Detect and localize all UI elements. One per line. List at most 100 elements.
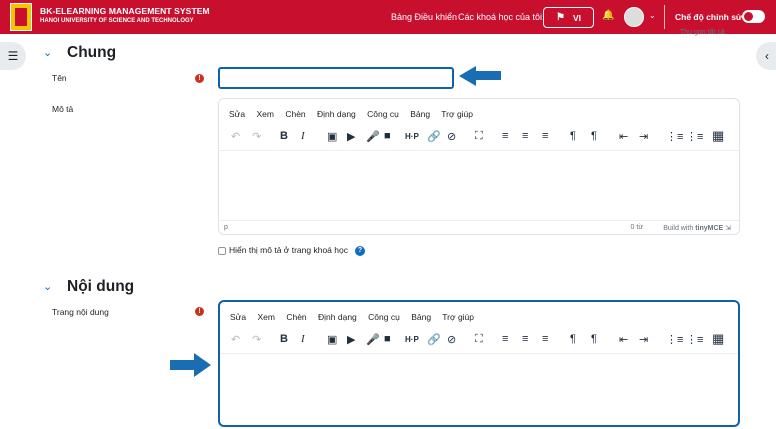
menu-insert[interactable]: Chèn bbox=[286, 312, 306, 322]
nav-my-courses-link[interactable]: Các khoá học của tôi bbox=[458, 12, 542, 22]
menu-format[interactable]: Định dạng bbox=[317, 109, 356, 119]
description-label: Mô tả bbox=[52, 104, 74, 114]
avatar[interactable] bbox=[624, 7, 644, 27]
menu-edit[interactable]: Sửa bbox=[230, 312, 246, 322]
section-title-general[interactable]: Chung bbox=[67, 44, 116, 62]
link-icon[interactable]: 🔗 bbox=[427, 130, 441, 143]
outdent-icon[interactable]: ⇤ bbox=[619, 130, 628, 143]
record-audio-icon[interactable]: 🎤 bbox=[366, 333, 380, 346]
divider bbox=[664, 5, 665, 29]
h5p-icon[interactable]: H·P bbox=[405, 132, 419, 141]
link-icon[interactable]: 🔗 bbox=[427, 333, 441, 346]
editor-toolbar: ↶ ↷ B I ▣ ▶ 🎤 ■ H·P 🔗 ⊘ ⛶ ≡ ≡ ≡ ¶ ¶ ⇤ ⇥ … bbox=[219, 123, 739, 151]
align-center-icon[interactable]: ≡ bbox=[522, 333, 528, 345]
h5p-icon[interactable]: H·P bbox=[405, 335, 419, 344]
menu-table[interactable]: Bảng bbox=[410, 109, 430, 119]
arrow-right-shaft bbox=[170, 360, 195, 370]
bullet-list-icon[interactable]: ⋮≡ bbox=[666, 130, 683, 143]
editor-toolbar: ↶ ↷ B I ▣ ▶ 🎤 ■ H·P 🔗 ⊘ ⛶ ≡ ≡ ≡ ¶ ¶ ⇤ ⇥ … bbox=[220, 326, 738, 354]
description-editor[interactable]: Sửa Xem Chèn Định dạng Công cụ Bảng Trợ … bbox=[218, 98, 740, 235]
name-label: Tên bbox=[52, 73, 67, 83]
media-icon[interactable]: ▶ bbox=[347, 333, 355, 346]
calculator-icon[interactable]: ▦ bbox=[712, 331, 724, 347]
italic-icon[interactable]: I bbox=[301, 130, 305, 142]
course-index-toggle[interactable]: ☰ bbox=[0, 42, 26, 70]
editor-menubar: Sửa Xem Chèn Định dạng Công cụ Bảng Trợ … bbox=[230, 312, 483, 322]
indent-icon[interactable]: ⇥ bbox=[639, 333, 648, 346]
undo-icon[interactable]: ↶ bbox=[231, 130, 240, 143]
numbered-list-icon[interactable]: ⋮≡ bbox=[686, 333, 703, 346]
rtl-icon[interactable]: ¶ bbox=[591, 333, 597, 345]
ltr-icon[interactable]: ¶ bbox=[570, 130, 576, 142]
redo-icon[interactable]: ↷ bbox=[252, 130, 261, 143]
chevron-down-icon[interactable]: ⌄ bbox=[649, 11, 656, 20]
record-video-icon[interactable]: ■ bbox=[384, 130, 391, 142]
arrow-left-shaft bbox=[475, 71, 501, 80]
rtl-icon[interactable]: ¶ bbox=[591, 130, 597, 142]
record-audio-icon[interactable]: 🎤 bbox=[366, 130, 380, 143]
language-label: VI bbox=[573, 13, 582, 23]
tinymce-logo: tinyMCE bbox=[695, 225, 724, 232]
outdent-icon[interactable]: ⇤ bbox=[619, 333, 628, 346]
fullscreen-icon[interactable]: ⛶ bbox=[475, 130, 483, 143]
fullscreen-icon[interactable]: ⛶ bbox=[475, 333, 483, 346]
chevron-down-icon[interactable]: ⌄ bbox=[43, 280, 52, 293]
record-video-icon[interactable]: ■ bbox=[384, 333, 391, 345]
undo-icon[interactable]: ↶ bbox=[231, 333, 240, 346]
align-center-icon[interactable]: ≡ bbox=[522, 130, 528, 142]
numbered-list-icon[interactable]: ⋮≡ bbox=[686, 130, 703, 143]
align-left-icon[interactable]: ≡ bbox=[502, 130, 508, 142]
menu-tools[interactable]: Công cụ bbox=[367, 109, 399, 119]
menu-help[interactable]: Trợ giúp bbox=[441, 109, 473, 119]
image-icon[interactable]: ▣ bbox=[327, 130, 337, 143]
arrow-left-icon bbox=[459, 66, 476, 86]
image-icon[interactable]: ▣ bbox=[327, 333, 337, 346]
calculator-icon[interactable]: ▦ bbox=[712, 128, 724, 144]
italic-icon[interactable]: I bbox=[301, 333, 305, 345]
ltr-icon[interactable]: ¶ bbox=[570, 333, 576, 345]
page-content-label: Trang nội dung bbox=[52, 307, 109, 317]
redo-icon[interactable]: ↷ bbox=[252, 333, 261, 346]
editor-statusbar: p 0 từ Build with tinyMCE ⇲ bbox=[219, 220, 739, 234]
bold-icon[interactable]: B bbox=[280, 130, 288, 142]
chevron-down-icon[interactable]: ⌄ bbox=[43, 46, 52, 59]
align-right-icon[interactable]: ≡ bbox=[542, 333, 548, 345]
bullet-list-icon[interactable]: ⋮≡ bbox=[666, 333, 683, 346]
align-left-icon[interactable]: ≡ bbox=[502, 333, 508, 345]
menu-help[interactable]: Trợ giúp bbox=[442, 312, 474, 322]
show-description-label[interactable]: Hiển thị mô tả ở trang khoá học bbox=[229, 245, 348, 255]
unlink-icon[interactable]: ⊘ bbox=[447, 130, 456, 143]
align-right-icon[interactable]: ≡ bbox=[542, 130, 548, 142]
site-logo[interactable] bbox=[10, 3, 32, 31]
name-input[interactable] bbox=[218, 67, 454, 89]
chevron-left-icon: ‹ bbox=[765, 49, 769, 63]
bold-icon[interactable]: B bbox=[280, 333, 288, 345]
section-title-content[interactable]: Nội dung bbox=[67, 278, 134, 296]
edit-mode-toggle[interactable] bbox=[742, 10, 765, 23]
language-button[interactable]: ⚑ VI bbox=[543, 7, 594, 28]
editor-menubar: Sửa Xem Chèn Định dạng Công cụ Bảng Trợ … bbox=[229, 109, 482, 119]
required-icon: ! bbox=[195, 74, 204, 83]
menu-edit[interactable]: Sửa bbox=[229, 109, 245, 119]
media-icon[interactable]: ▶ bbox=[347, 130, 355, 143]
bell-icon[interactable]: 🔔 bbox=[602, 10, 614, 21]
menu-insert[interactable]: Chèn bbox=[285, 109, 305, 119]
status-path[interactable]: p bbox=[224, 224, 228, 231]
built-with[interactable]: Build with tinyMCE ⇲ bbox=[663, 224, 731, 232]
menu-view[interactable]: Xem bbox=[257, 312, 274, 322]
menu-format[interactable]: Định dạng bbox=[318, 312, 357, 322]
menu-table[interactable]: Bảng bbox=[411, 312, 431, 322]
menu-tools[interactable]: Công cụ bbox=[368, 312, 400, 322]
unlink-icon[interactable]: ⊘ bbox=[447, 333, 456, 346]
block-drawer-toggle[interactable]: ‹ bbox=[756, 42, 776, 70]
page-content-editor[interactable]: Sửa Xem Chèn Định dạng Công cụ Bảng Trợ … bbox=[218, 300, 740, 427]
word-count[interactable]: 0 từ bbox=[631, 224, 643, 231]
help-icon[interactable]: ? bbox=[355, 246, 365, 256]
nav-dashboard-link[interactable]: Bảng Điều khiển bbox=[391, 12, 457, 22]
top-navbar: BK-ELEARNING MANAGEMENT SYSTEM HANOI UNI… bbox=[0, 0, 776, 34]
brand-title: BK-ELEARNING MANAGEMENT SYSTEM bbox=[40, 6, 210, 16]
show-description-checkbox[interactable] bbox=[218, 247, 226, 255]
menu-view[interactable]: Xem bbox=[256, 109, 273, 119]
collapse-all-link[interactable]: Thu gọn tất cả bbox=[680, 29, 725, 36]
indent-icon[interactable]: ⇥ bbox=[639, 130, 648, 143]
